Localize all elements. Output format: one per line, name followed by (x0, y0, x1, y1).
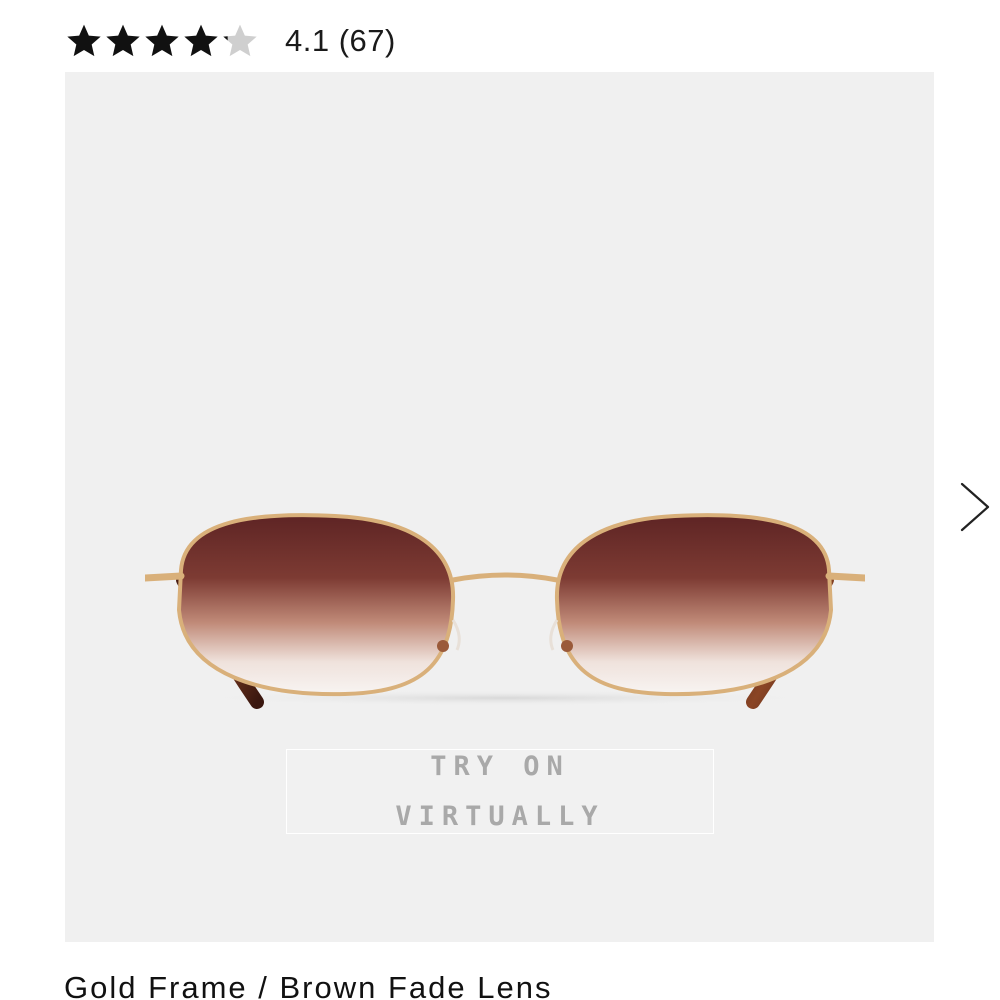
product-page: 4.1 (67) TRY ON VIRTUALLY Gold Frame / B… (0, 0, 1000, 1000)
try-on-virtually-button[interactable]: TRY ON VIRTUALLY (286, 749, 714, 834)
try-on-label-line2: VIRTUALLY (395, 800, 605, 832)
try-on-label-line1: TRY ON (430, 750, 570, 782)
star-icon-filled (64, 21, 104, 61)
chevron-right-icon[interactable] (958, 482, 992, 532)
star-icon-filled (142, 21, 182, 61)
product-image[interactable]: TRY ON VIRTUALLY (65, 72, 934, 942)
rating-summary[interactable]: 4.1 (67) (64, 18, 396, 64)
star-icon-filled (181, 21, 221, 61)
rating-value-and-count[interactable]: 4.1 (67) (285, 23, 396, 59)
sunglasses-image (145, 440, 865, 710)
star-rating (64, 21, 259, 61)
star-icon-filled (103, 21, 143, 61)
star-icon-partial (220, 21, 260, 61)
variant-name: Gold Frame / Brown Fade Lens (64, 970, 553, 1000)
